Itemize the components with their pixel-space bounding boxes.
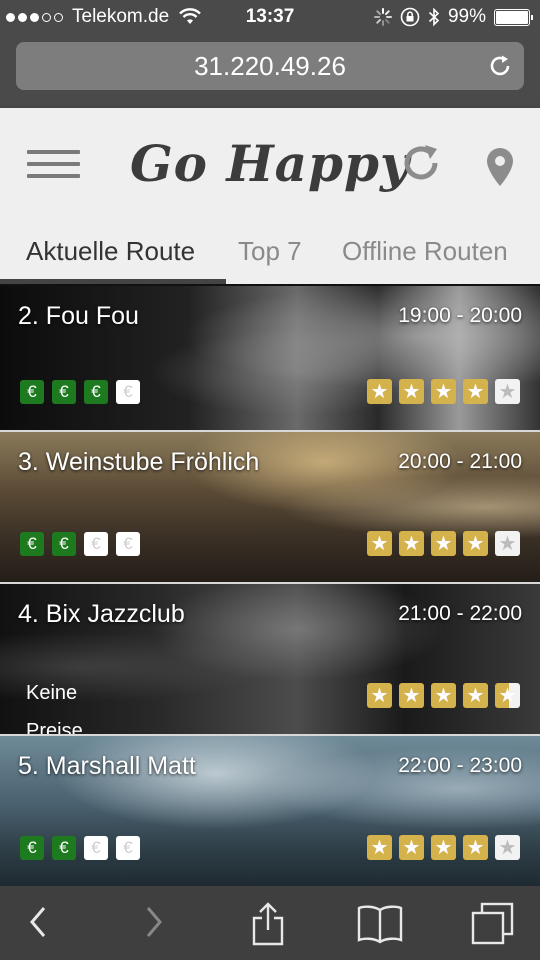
route-time: 20:00 - 21:00 <box>398 450 522 473</box>
browser-address-area: 31.220.49.26 <box>0 36 540 108</box>
route-name: 4. Bix Jazzclub <box>18 600 185 628</box>
route-name: 5. Marshall Matt <box>18 752 196 780</box>
star-icon: ★ <box>463 531 488 556</box>
star-icon: ★ <box>431 683 456 708</box>
price-info: Preise <box>26 720 83 736</box>
tab-aktuelle-route[interactable]: Aktuelle Route <box>26 236 195 267</box>
star-icon: ★ <box>399 531 424 556</box>
euro-icon: € <box>20 532 44 556</box>
star-icon: ★ <box>431 531 456 556</box>
star-icon: ★ <box>367 835 392 860</box>
star-icon: ★ <box>399 835 424 860</box>
star-rating: ★ ★ ★ ★ ★ <box>360 835 520 860</box>
route-card[interactable]: 5. Marshall Matt 22:00 - 23:00 € € € € ★ ★ ★ ★… <box>0 736 540 886</box>
star-icon: ★ <box>367 683 392 708</box>
tabs-icon[interactable] <box>470 902 516 946</box>
star-icon: ★ <box>399 379 424 404</box>
battery-fill <box>496 10 528 24</box>
star-rating: ★ ★ ★ ★ ★ <box>360 379 520 404</box>
star-icon: ★ <box>463 835 488 860</box>
tab-bar: Aktuelle Route Top 7 Offline Routen <box>0 218 540 284</box>
euro-icon: € <box>52 380 76 404</box>
star-icon: ★ <box>495 835 520 860</box>
star-icon: ★ <box>367 379 392 404</box>
forward-icon[interactable] <box>142 902 166 942</box>
euro-icon: € <box>84 532 108 556</box>
price-rating: € € € € <box>20 380 148 404</box>
euro-icon: € <box>52 836 76 860</box>
star-icon: ★ <box>495 531 520 556</box>
status-right: 99% <box>366 6 533 28</box>
star-icon: ★ <box>367 531 392 556</box>
reload-icon[interactable] <box>488 54 512 78</box>
bookmarks-icon[interactable] <box>356 904 404 944</box>
euro-icon: € <box>20 380 44 404</box>
star-icon: ★ <box>431 835 456 860</box>
activity-spinner-icon <box>373 8 392 26</box>
route-time: 19:00 - 20:00 <box>398 304 522 327</box>
star-icon: ★ <box>495 379 520 404</box>
route-card[interactable]: 4. Bix Jazzclub 21:00 - 22:00 Keine Prei… <box>0 584 540 736</box>
price-rating: € € € € <box>20 532 148 556</box>
app-header: Go Happy <box>0 108 540 218</box>
euro-icon: € <box>52 532 76 556</box>
route-name: 2. Fou Fou <box>18 302 139 330</box>
price-info: Keine <box>26 682 78 704</box>
price-rating: € € € € <box>20 836 148 860</box>
address-bar[interactable]: 31.220.49.26 <box>16 42 524 90</box>
refresh-icon[interactable] <box>400 142 442 184</box>
star-icon: ★ <box>463 379 488 404</box>
star-icon: ★ <box>431 379 456 404</box>
tab-offline-routen[interactable]: Offline Routen <box>342 236 508 267</box>
back-icon[interactable] <box>26 902 50 942</box>
route-list: 2. Fou Fou 19:00 - 20:00 € € € € ★ ★ ★ ★ ★ 3. W… <box>0 286 540 886</box>
euro-icon: € <box>116 380 140 404</box>
route-time: 22:00 - 23:00 <box>398 754 522 777</box>
app-title: Go Happy <box>129 134 411 193</box>
route-name: 3. Weinstube Fröhlich <box>18 448 260 476</box>
star-icon: ★ <box>463 683 488 708</box>
browser-toolbar <box>0 886 540 960</box>
euro-icon: € <box>116 532 140 556</box>
euro-icon: € <box>20 836 44 860</box>
star-rating: ★ ★ ★ ★ ★ <box>360 683 520 708</box>
euro-icon: € <box>84 380 108 404</box>
route-card[interactable]: 3. Weinstube Fröhlich 20:00 - 21:00 € € € €… <box>0 432 540 584</box>
url-text: 31.220.49.26 <box>194 50 346 81</box>
star-rating: ★ ★ ★ ★ ★ <box>360 531 520 556</box>
euro-icon: € <box>84 836 108 860</box>
location-pin-icon[interactable] <box>484 146 516 188</box>
star-icon: ★ <box>399 683 424 708</box>
orientation-lock-icon <box>400 7 420 27</box>
battery-icon <box>494 8 533 26</box>
tab-top-7[interactable]: Top 7 <box>238 236 302 267</box>
bluetooth-icon <box>428 7 440 27</box>
share-icon[interactable] <box>250 902 286 946</box>
active-tab-indicator <box>0 279 226 284</box>
route-card[interactable]: 2. Fou Fou 19:00 - 20:00 € € € € ★ ★ ★ ★ ★ <box>0 286 540 432</box>
star-icon: ★ <box>495 683 520 708</box>
status-bar: Telekom.de 13:37 99% <box>0 0 540 36</box>
euro-icon: € <box>116 836 140 860</box>
route-time: 21:00 - 22:00 <box>398 602 522 625</box>
battery-percent: 99% <box>447 6 486 27</box>
